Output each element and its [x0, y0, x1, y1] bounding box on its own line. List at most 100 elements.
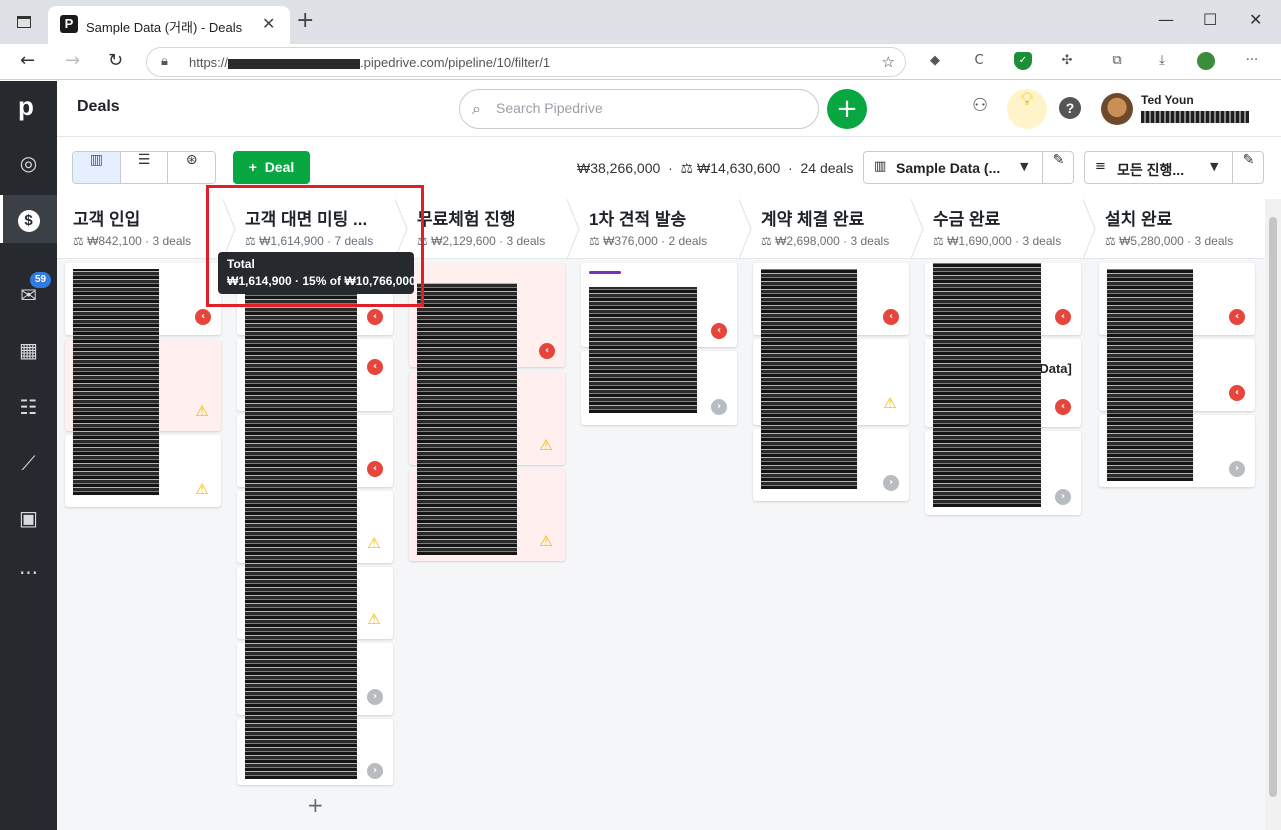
stage-separator-icon — [223, 199, 236, 259]
warning-icon: ⚠ — [883, 394, 897, 412]
extensions-puzzle-icon[interactable]: ✣ — [1058, 52, 1076, 70]
summary-weighted: ₩14,630,600 — [696, 160, 781, 176]
browser-tab[interactable]: P Sample Data (거래) - Deals ✕ — [48, 6, 290, 44]
weighted-scale-icon: ⚖ — [589, 234, 600, 248]
add-deal-button[interactable]: + Deal — [233, 151, 310, 184]
stage-separator-icon — [567, 199, 580, 259]
address-bar-row: ← → ↻ 🔒︎ https://.pipedrive.com/pipeline… — [0, 44, 1281, 80]
page-title: Deals — [77, 98, 120, 115]
filter-icon: ≡ — [1095, 159, 1106, 174]
lightbulb-icon[interactable]: 💡︎ — [1007, 89, 1047, 129]
warning-icon: ⚠ — [195, 480, 209, 498]
stage-header-6[interactable]: 수금 완료 ⚖ ₩1,690,000 · 3 deals — [917, 199, 1089, 259]
overdue-icon: ‹ — [1229, 309, 1245, 325]
invite-users-icon[interactable]: ⚇ — [972, 95, 988, 116]
profile-avatar-icon[interactable] — [1197, 52, 1215, 70]
new-tab-icon[interactable]: + — [296, 10, 314, 32]
scrollbar-thumb[interactable] — [1269, 217, 1277, 797]
target-icon[interactable]: ◎ — [0, 139, 57, 187]
next-activity-icon: › — [883, 475, 899, 491]
browser-menu-icon[interactable]: ··· — [1243, 52, 1261, 70]
board-scrollbar[interactable] — [1265, 199, 1281, 830]
collections-icon[interactable]: ⧉ — [1108, 52, 1126, 70]
pipeline-summary: ₩38,266,000 · ⚖ ₩14,630,600 · 24 deals — [577, 160, 854, 176]
weighted-scale-icon: ⚖ — [680, 160, 694, 176]
warning-icon: ⚠ — [367, 610, 381, 628]
refresh-icon[interactable]: ↻ — [108, 50, 123, 71]
next-activity-icon: › — [711, 399, 727, 415]
overdue-icon: ‹ — [1055, 309, 1071, 325]
user-avatar[interactable] — [1101, 93, 1133, 125]
pipeline-icon: ▥ — [874, 159, 887, 174]
maximize-icon[interactable]: ☐ — [1203, 10, 1217, 29]
extension-c-icon[interactable]: C — [970, 52, 988, 70]
close-window-icon[interactable]: ✕ — [1249, 10, 1262, 29]
minimize-icon[interactable]: — — [1158, 10, 1174, 29]
url-field[interactable]: 🔒︎ https://.pipedrive.com/pipeline/10/fi… — [146, 47, 906, 77]
more-icon[interactable]: ··· — [0, 549, 57, 597]
overdue-icon: ‹ — [1229, 385, 1245, 401]
pipeline-select[interactable]: ▥ Sample Data (... ▼ ✎ — [863, 151, 1074, 184]
window-menu-icon[interactable] — [17, 16, 31, 28]
pipedrive-logo[interactable]: p — [18, 91, 34, 122]
mail-count-badge: 59 — [30, 272, 52, 288]
redacted-deal-content — [589, 287, 697, 413]
products-icon[interactable]: ▣ — [0, 494, 57, 542]
deals-icon[interactable]: $ — [0, 195, 57, 243]
extension-office-icon[interactable]: ◆ — [926, 52, 944, 70]
redacted-deal-content — [245, 293, 357, 779]
tab-title: Sample Data (거래) - Deals — [86, 20, 243, 35]
overdue-icon: ‹ — [1055, 399, 1071, 415]
quick-add-button[interactable]: + — [827, 89, 867, 129]
forward-icon[interactable]: → — [65, 50, 80, 71]
view-switcher: ▥ ☰ ⊛ — [72, 151, 216, 184]
summary-count: 24 deals — [800, 160, 854, 176]
warning-icon: ⚠ — [367, 534, 381, 552]
app-sidebar: p ◎ $ ✉ 59 ▦ ☷ ⟋ ▣ ··· — [0, 81, 57, 830]
add-deal-to-stage-icon[interactable]: + — [307, 793, 324, 817]
filter-select[interactable]: ≡ 모든 진행... ▼ ✎ — [1084, 151, 1264, 184]
search-icon: ⌕ — [472, 99, 481, 118]
warning-icon: ⚠ — [539, 532, 553, 550]
pipeline-view-icon[interactable]: ▥ — [73, 152, 121, 183]
label-color-bar — [589, 271, 621, 274]
back-icon[interactable]: ← — [20, 50, 35, 71]
user-name[interactable]: Ted Youn — [1141, 93, 1194, 107]
stage-header-7[interactable]: 설치 완료 ⚖ ₩5,280,000 · 3 deals — [1089, 199, 1265, 259]
next-activity-icon: › — [367, 689, 383, 705]
insights-icon[interactable]: ⟋ — [0, 439, 57, 487]
stage-header-2[interactable]: 고객 대면 미팅 ... ⚖ ₩1,614,900 · 7 deals — [229, 199, 401, 259]
weighted-scale-icon: ⚖ — [1105, 234, 1116, 248]
search-box[interactable]: ⌕ — [459, 89, 819, 129]
overdue-icon: ‹ — [367, 309, 383, 325]
lock-icon: 🔒︎ — [161, 54, 168, 69]
stage-header-5[interactable]: 계약 체결 완료 ⚖ ₩2,698,000 · 3 deals — [745, 199, 917, 259]
calendar-icon[interactable]: ▦ — [0, 326, 57, 374]
redacted-deal-content — [73, 269, 159, 495]
overdue-icon: ‹ — [539, 343, 555, 359]
url-text: https://.pipedrive.com/pipeline/10/filte… — [189, 55, 551, 70]
stage-header-3[interactable]: 무료체험 진행 ⚖ ₩2,129,600 · 3 deals — [401, 199, 573, 259]
stage-header-1[interactable]: 고객 인입 ⚖ ₩842,100 · 3 deals — [57, 199, 229, 259]
contacts-icon[interactable]: ☷ — [0, 383, 57, 431]
close-tab-icon[interactable]: ✕ — [262, 14, 275, 33]
app-header: Deals ⌕ + ⚇ 💡︎ ? Ted Youn — [57, 81, 1281, 137]
overdue-icon: ‹ — [883, 309, 899, 325]
edit-pipeline-icon[interactable]: ✎ — [1042, 152, 1074, 183]
edit-filter-icon[interactable]: ✎ — [1232, 152, 1264, 183]
next-activity-icon: › — [1229, 461, 1245, 477]
downloads-icon[interactable]: ⤓ — [1153, 52, 1171, 70]
forecast-view-icon[interactable]: ⊛ — [168, 152, 215, 183]
help-icon[interactable]: ? — [1059, 97, 1081, 119]
weighted-scale-icon: ⚖ — [761, 234, 772, 248]
list-view-icon[interactable]: ☰ — [120, 152, 169, 183]
stage-separator-icon — [911, 199, 924, 259]
chevron-down-icon: ▼ — [1210, 160, 1219, 173]
stage-header-4[interactable]: 1차 견적 발송 ⚖ ₩376,000 · 2 deals — [573, 199, 745, 259]
search-input[interactable] — [496, 100, 796, 116]
warning-icon: ⚠ — [195, 402, 209, 420]
extension-shield-icon[interactable]: ✓ — [1014, 52, 1032, 70]
favorite-star-icon[interactable]: ☆ — [882, 53, 895, 71]
chevron-down-icon: ▼ — [1020, 160, 1029, 173]
stage-separator-icon — [739, 199, 752, 259]
